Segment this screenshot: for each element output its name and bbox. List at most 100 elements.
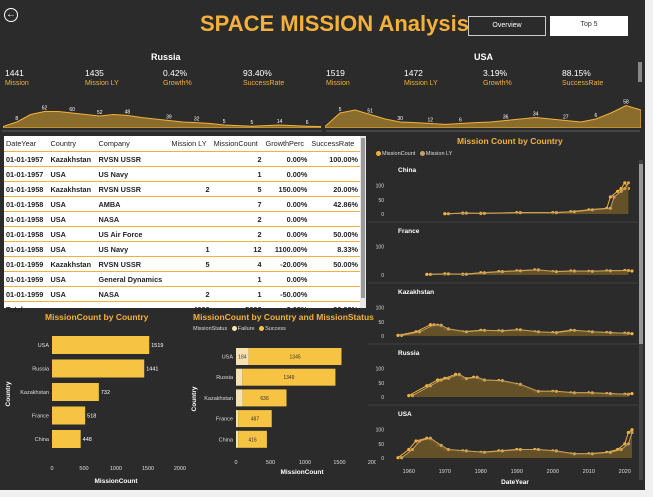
series-point bbox=[464, 330, 468, 334]
table-cell bbox=[169, 166, 212, 182]
legend-missionly-swatch bbox=[419, 151, 425, 157]
series-point bbox=[572, 269, 576, 273]
bar-category-label: USA bbox=[222, 355, 234, 361]
col-header-successrate[interactable]: SuccessRate bbox=[309, 136, 360, 152]
table-scrollbar[interactable] bbox=[360, 136, 366, 308]
table-row[interactable]: 01-01-1958 USA AMBA 7 0.00% 42.86% bbox=[4, 196, 360, 212]
sparkline-label: 6 bbox=[459, 118, 462, 124]
table-row[interactable]: 01-01-1959 USA NASA 2 1 -50.00% bbox=[4, 286, 360, 302]
col-header-growthperc[interactable]: GrowthPerc bbox=[263, 136, 310, 152]
series-point bbox=[626, 268, 630, 273]
col-header-dateyear[interactable]: DateYear bbox=[4, 136, 49, 152]
series-point bbox=[500, 379, 504, 383]
bar-category-label: Russia bbox=[32, 367, 50, 373]
table-cell: Kazakhstan bbox=[48, 151, 97, 167]
table-cell bbox=[169, 151, 212, 167]
table-cell: 1 bbox=[211, 286, 264, 302]
top5-button[interactable]: Top 5 bbox=[550, 16, 628, 36]
col-header-company[interactable]: Company bbox=[96, 136, 170, 152]
legend-failure[interactable]: Failure bbox=[238, 326, 255, 332]
table-row[interactable]: 01-01-1957 USA US Navy 1 0.00% bbox=[4, 166, 360, 182]
table-cell: 2 bbox=[211, 151, 264, 167]
table-cell: 0.00% bbox=[263, 211, 310, 227]
bar-data-label: 1349 bbox=[283, 375, 294, 381]
table-cell: 01-01-1958 bbox=[4, 241, 49, 257]
table-cell: USA bbox=[48, 211, 97, 227]
series-point bbox=[418, 330, 422, 334]
legend-missionly[interactable]: Mission LY bbox=[426, 151, 453, 157]
table-cell: 8.33% bbox=[309, 241, 360, 257]
back-arrow-icon[interactable]: ← bbox=[4, 8, 18, 22]
series-point bbox=[608, 392, 612, 396]
table-cell: 2 bbox=[211, 226, 264, 242]
series-point bbox=[536, 447, 540, 452]
series-point bbox=[630, 392, 634, 396]
table-cell: 5 bbox=[169, 256, 212, 272]
col-header-mission-ly[interactable]: Mission LY bbox=[169, 136, 212, 152]
series-line bbox=[448, 182, 629, 215]
sparkline-area bbox=[3, 111, 321, 128]
bar-category-label: Kazakhstan bbox=[20, 390, 49, 396]
sparkline-label: 6 bbox=[306, 120, 309, 126]
x-tick-label: 0 bbox=[50, 466, 53, 472]
x-tick-label: 1000 bbox=[299, 460, 311, 466]
table-cell: Kazakhstan bbox=[48, 256, 97, 272]
table-cell: 1 bbox=[211, 271, 264, 287]
y-tick-label: 50 bbox=[378, 442, 384, 448]
kpi-value: 3.19% bbox=[483, 68, 508, 78]
table-row[interactable]: 01-01-1958 USA US Air Force 2 0.00% 50.00% bbox=[4, 226, 360, 242]
series-point bbox=[410, 394, 414, 398]
table-cell: AMBA bbox=[96, 196, 170, 212]
col-header-missioncount[interactable]: MissionCount bbox=[211, 136, 264, 152]
series-point bbox=[428, 436, 432, 440]
table-row[interactable]: 01-01-1958 USA US Navy 1 12 1100.00% 8.33% bbox=[4, 241, 360, 257]
series-point bbox=[572, 328, 576, 332]
mission-table[interactable]: DateYear Country Company Mission LY Miss… bbox=[4, 136, 366, 317]
series-point bbox=[500, 270, 504, 274]
sparkline-label: 58 bbox=[623, 100, 629, 106]
table-cell: NASA bbox=[96, 286, 170, 302]
series-point bbox=[626, 392, 630, 396]
series-point bbox=[446, 327, 450, 331]
table-cell: General Dynamics bbox=[96, 271, 170, 287]
table-row[interactable]: 01-01-1959 USA General Dynamics 1 0.00% bbox=[4, 271, 360, 287]
bar-category-label: Russia bbox=[216, 375, 234, 381]
table-row[interactable]: 01-01-1957 Kazakhstan RVSN USSR 2 0.00% 100.0… bbox=[4, 151, 360, 167]
bar bbox=[52, 359, 145, 378]
series-point bbox=[443, 212, 447, 216]
table-row[interactable]: 01-01-1959 Kazakhstan RVSN USSR 5 4 -20.00% 50… bbox=[4, 256, 360, 272]
series-point bbox=[518, 382, 522, 386]
x-tick-label: 500 bbox=[266, 460, 275, 466]
panel-title: USA bbox=[398, 411, 412, 418]
overview-button[interactable]: Overview bbox=[468, 16, 546, 36]
series-point bbox=[482, 450, 486, 454]
legend-missioncount[interactable]: MissionCount bbox=[382, 151, 415, 157]
kpi-value: 88.15% bbox=[562, 68, 591, 78]
sparkline-label: 27 bbox=[563, 115, 569, 121]
y-tick-label: 100 bbox=[376, 428, 385, 434]
series-point bbox=[554, 270, 558, 274]
table-cell bbox=[309, 286, 360, 302]
x-tick-label: 1500 bbox=[142, 466, 154, 472]
table-cell: 01-01-1958 bbox=[4, 181, 49, 197]
bar bbox=[52, 430, 81, 448]
legend-success[interactable]: Success bbox=[265, 326, 286, 332]
series-point bbox=[572, 452, 576, 456]
table-row[interactable]: 01-01-1958 Kazakhstan RVSN USSR 2 5 150.00% 20… bbox=[4, 181, 360, 197]
table-cell: 1 bbox=[211, 166, 264, 182]
sparkline-label: 34 bbox=[533, 112, 539, 118]
lines-scrollbar[interactable] bbox=[639, 160, 643, 480]
table-cell bbox=[169, 211, 212, 227]
series-point bbox=[623, 442, 627, 446]
kpi-scrollbar[interactable] bbox=[638, 62, 642, 82]
y-tick-label: 0 bbox=[381, 334, 384, 340]
table-row[interactable]: 01-01-1958 USA NASA 2 0.00% bbox=[4, 211, 360, 227]
series-point bbox=[464, 377, 468, 381]
sparkline-label: 8 bbox=[15, 116, 18, 122]
kpi-value: 0.42% bbox=[163, 68, 188, 78]
table-cell bbox=[169, 271, 212, 287]
col-header-country[interactable]: Country bbox=[48, 136, 97, 152]
series-point bbox=[439, 443, 443, 447]
x-tick-label: 1970 bbox=[439, 469, 451, 475]
series-point bbox=[612, 195, 616, 199]
